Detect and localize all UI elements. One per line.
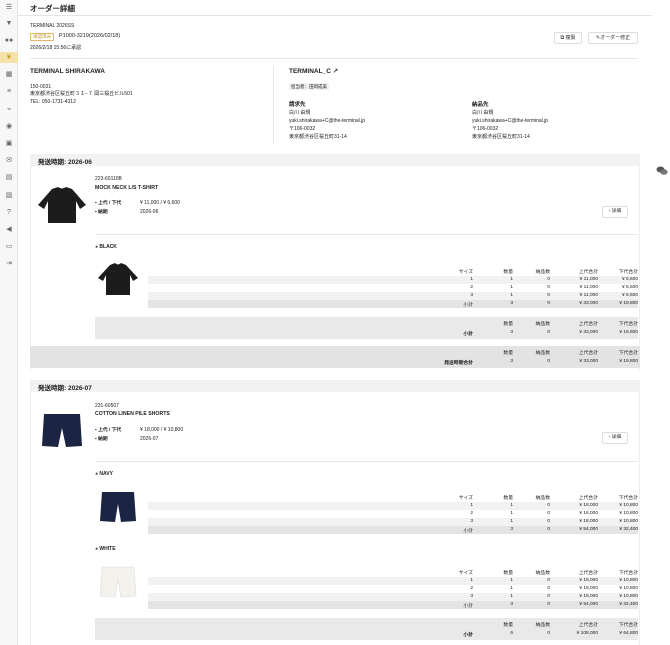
approved-at: 2026/2/18 15:56に承認	[30, 45, 82, 51]
product-code: 231-60507	[95, 403, 119, 409]
product-total-header: 数量 納品数 上代合計 下代合計	[503, 623, 638, 628]
truck-icon: ▪	[95, 210, 97, 215]
box-icon[interactable]: ▣	[4, 140, 14, 148]
color-image-white	[99, 566, 137, 598]
product-code: 223-60110B	[95, 176, 122, 182]
billing-heading: 請求先	[289, 102, 306, 108]
period-total-row: 発送時期合計 3 0 ¥ 33,000 ¥ 19,800	[444, 359, 638, 366]
product-total-row: 小計 3 0 ¥ 33,000 ¥ 19,800	[463, 330, 638, 337]
delivery-heading: 納品先	[472, 102, 489, 108]
price-label: ▪ 上代 / 下代	[95, 428, 122, 433]
seller-address: 東京都渋谷区桜丘町３１−７ 岡三桜丘ビル501	[30, 91, 133, 97]
color-label-white: ◕ WHITE	[95, 546, 116, 552]
billing-address: 東京都渋谷区桜丘町31-14	[289, 134, 347, 140]
table-row: 3 1 0 ¥ 18,000 ¥ 10,800	[148, 518, 638, 526]
subtotal-row: 小計 3 0 ¥ 54,000 ¥ 32,400	[148, 601, 638, 609]
staff-label: 担当者：田岡成美	[289, 83, 329, 90]
price-value: ¥ 18,000 / ¥ 10,800	[140, 427, 184, 433]
billing-postal: 〒106-0032	[289, 126, 316, 132]
size-table-header: サイズ 数量 納品数 上代合計 下代合計	[458, 571, 638, 576]
help-icon[interactable]: ?	[4, 209, 14, 217]
truck-icon: ▪	[95, 437, 97, 442]
product-image-tshirt-black	[38, 187, 86, 223]
brand-name: TERMINAL 2026SS	[30, 23, 75, 29]
page-title: オーダー詳細	[30, 4, 75, 13]
yen-icon[interactable]: ¥	[0, 52, 18, 63]
product-total-row: 小計 6 0 ¥ 108,000 ¥ 64,800	[463, 631, 638, 638]
table-row: 1 1 0 ¥ 18,000 ¥ 10,800	[148, 502, 638, 510]
delivery-label: ▪ 納期	[95, 437, 108, 442]
copy-button[interactable]: ⧉ 複製	[554, 32, 582, 44]
chart-icon[interactable]: ⌁	[4, 106, 14, 114]
chat-icon[interactable]: ◉	[4, 123, 14, 131]
delivery-email: yuki.shirakawa+C@the-terminal.jp	[472, 118, 549, 124]
seller-name: TERMINAL SHIRAKAWA	[30, 68, 105, 75]
price-label: ▪ 上代 / 下代	[95, 201, 122, 206]
top-bar: オーダー詳細	[18, 0, 652, 16]
mail-icon[interactable]: ✉	[4, 157, 14, 165]
delivery-address: 東京都渋谷区桜丘町31-14	[472, 134, 530, 140]
delivery-value: 2026-07	[140, 436, 159, 442]
buyer-name[interactable]: TERMINAL_C ↗	[289, 68, 338, 75]
color-label-navy: ◕ NAVY	[95, 471, 113, 477]
logout-icon[interactable]: ⇥	[4, 260, 14, 268]
table-icon[interactable]: ▤	[4, 174, 14, 182]
delivery-value: 2026-06	[140, 209, 159, 215]
copy-icon: ⧉	[560, 35, 565, 41]
product-total-header: 数量 納品数 上代合計 下代合計	[503, 322, 638, 327]
product-name: COTTON LINEN PILE SHORTS	[95, 411, 170, 417]
delivery-postal: 〒106-0032	[472, 126, 499, 132]
palette-icon: ◕	[95, 546, 99, 552]
size-table-header: サイズ 数量 納品数 上代合計 下代合計	[458, 496, 638, 501]
size-table-header: サイズ 数量 納品数 上代合計 下代合計	[458, 270, 638, 275]
table-row: 3 1 0 ¥ 18,000 ¥ 10,800	[148, 593, 638, 601]
shipment-heading: 発送時期: 2026-07	[30, 380, 640, 392]
users-icon[interactable]: ●●	[4, 37, 14, 45]
list-icon[interactable]: ≡	[4, 88, 14, 96]
palette-icon: ◕	[95, 471, 99, 477]
table-row: 2 1 0 ¥ 18,000 ¥ 10,800	[470, 586, 638, 591]
billing-name: 白川 由規	[289, 110, 311, 116]
sidebar: ☰ ▼ ●● ¥ ▦ ≡ ⌁ ◉ ▣ ✉ ▤ ▧ ? ◀ ▭ ⇥	[0, 0, 18, 645]
table-row: 2 1 0 ¥ 18,000 ¥ 10,800	[470, 511, 638, 516]
table-row: 1 1 0 ¥ 18,000 ¥ 10,800	[148, 577, 638, 585]
image-icon[interactable]: ▧	[4, 192, 14, 200]
menu-icon[interactable]: ☰	[4, 4, 14, 12]
seller-tel: TEL: 050-1731-4312	[30, 99, 76, 105]
table-row: 2 1 0 ¥ 11,000 ¥ 6,600	[470, 285, 638, 290]
table-row: 3 1 0 ¥ 11,000 ¥ 6,600	[148, 292, 638, 300]
tshirt-icon[interactable]: ▼	[4, 20, 14, 28]
money-icon: ▪	[95, 201, 97, 206]
palette-icon: ◕	[95, 244, 99, 250]
status-badge: 承認済み	[30, 33, 54, 41]
period-total-header: 数量 納品数 上代合計 下代合計	[503, 351, 638, 356]
edit-order-button[interactable]: ✎オーダー修正	[588, 32, 638, 44]
table-row: 1 1 0 ¥ 11,000 ¥ 6,600	[148, 276, 638, 284]
id-card-icon[interactable]: ▭	[4, 243, 14, 251]
delivery-name: 白川 由規	[472, 110, 494, 116]
product-image-shorts-navy	[42, 414, 82, 447]
color-image-navy	[100, 492, 136, 522]
megaphone-icon[interactable]: ◀	[4, 226, 14, 234]
delivery-label: ▪ 納期	[95, 210, 108, 215]
color-image-black	[98, 263, 138, 295]
external-link-icon: ↗	[332, 68, 339, 75]
color-label-black: ◕ BLACK	[95, 244, 117, 250]
product-name: MOCK NECK L/S T-SHIRT	[95, 185, 159, 191]
shipment-heading: 発送時期: 2026-06	[30, 154, 640, 166]
billing-email: yuki.shirakawa+C@the-terminal.jp	[289, 118, 366, 124]
main-content: オーダー詳細 TERMINAL 2026SS 承認済み P1000-3219(2…	[18, 0, 652, 645]
money-icon: ▪	[95, 428, 97, 433]
calendar-icon[interactable]: ▦	[4, 71, 14, 79]
subtotal-row: 小計 3 0 ¥ 33,000 ¥ 19,800	[148, 300, 638, 308]
seller-postal: 150-0031	[30, 84, 52, 90]
chat-bubble-icon[interactable]	[656, 166, 668, 176]
price-value: ¥ 11,000 / ¥ 6,600	[140, 200, 180, 206]
subtotal-row: 小計 3 0 ¥ 54,000 ¥ 32,400	[148, 526, 638, 534]
order-number: P1000-3219(2026/02/18)	[59, 33, 121, 39]
detail-button[interactable]: › 詳細	[602, 206, 628, 218]
detail-button[interactable]: › 詳細	[602, 432, 628, 444]
